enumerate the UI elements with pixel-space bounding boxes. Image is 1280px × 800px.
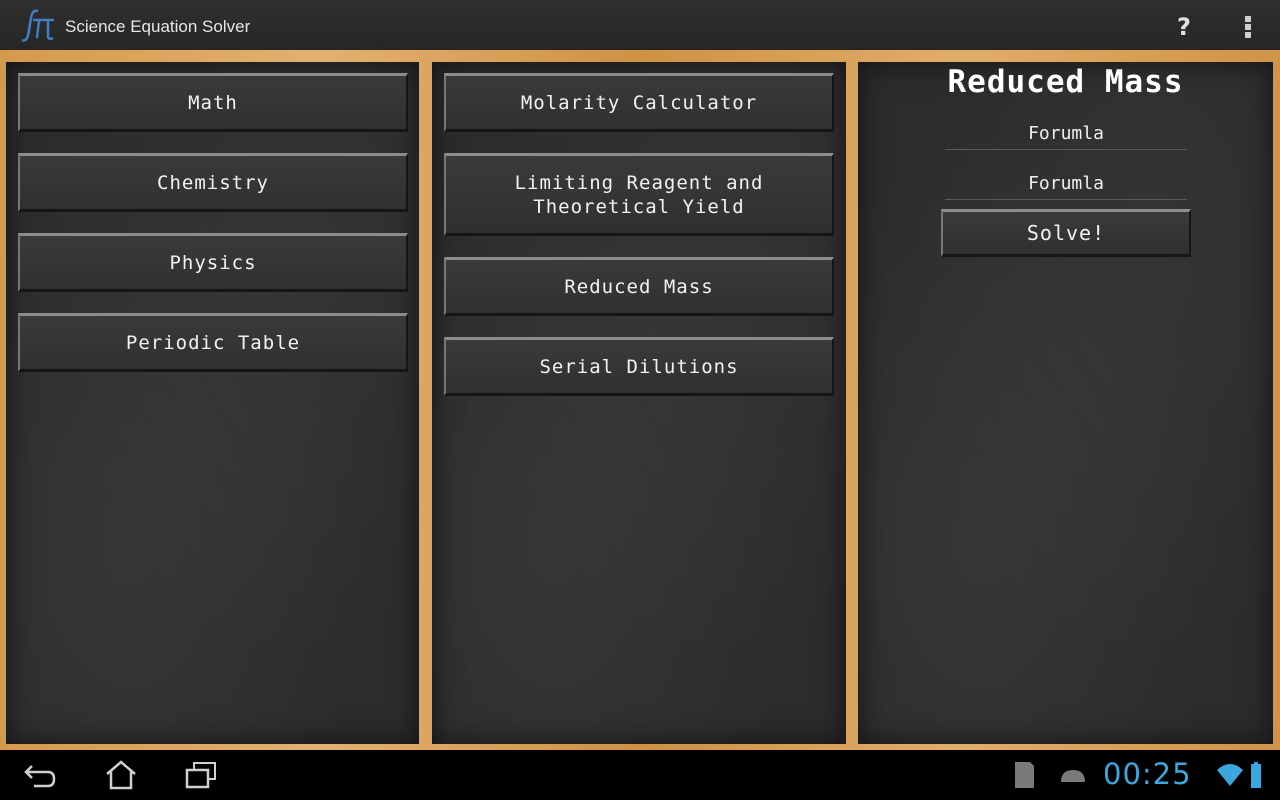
equation-button-serial-dilutions[interactable]: Serial Dilutions (444, 337, 834, 396)
equation-button-reduced-mass[interactable]: Reduced Mass (444, 257, 834, 316)
equation-button-limiting-reagent[interactable]: Limiting Reagent and Theoretical Yield (444, 153, 834, 236)
solver-panel (858, 62, 1273, 744)
solve-button[interactable]: Solve! (941, 209, 1191, 257)
pi-formula-icon[interactable] (16, 8, 56, 44)
category-button-periodic-table[interactable]: Periodic Table (18, 313, 408, 372)
overflow-menu-icon[interactable] (1236, 13, 1260, 39)
formula-input-2[interactable]: Forumla (945, 170, 1187, 200)
app-title: Science Equation Solver (65, 17, 251, 36)
back-icon[interactable] (22, 760, 58, 790)
solver-title: Reduced Mass (947, 64, 1184, 100)
category-button-math[interactable]: Math (18, 73, 408, 132)
sd-card-icon (1015, 762, 1034, 788)
category-button-chemistry[interactable]: Chemistry (18, 153, 408, 212)
recent-apps-icon[interactable] (184, 760, 218, 790)
equation-button-molarity[interactable]: Molarity Calculator (444, 73, 834, 132)
battery-icon (1251, 762, 1261, 788)
help-button[interactable]: ? (1170, 12, 1198, 42)
formula-input-1[interactable]: Forumla (945, 120, 1187, 150)
android-debug-icon (1061, 770, 1085, 782)
action-bar: Science Equation Solver ? (0, 0, 1280, 50)
home-icon[interactable] (104, 760, 138, 790)
status-clock: 00:25 (1103, 757, 1192, 791)
category-button-physics[interactable]: Physics (18, 233, 408, 292)
wifi-icon (1217, 764, 1243, 786)
